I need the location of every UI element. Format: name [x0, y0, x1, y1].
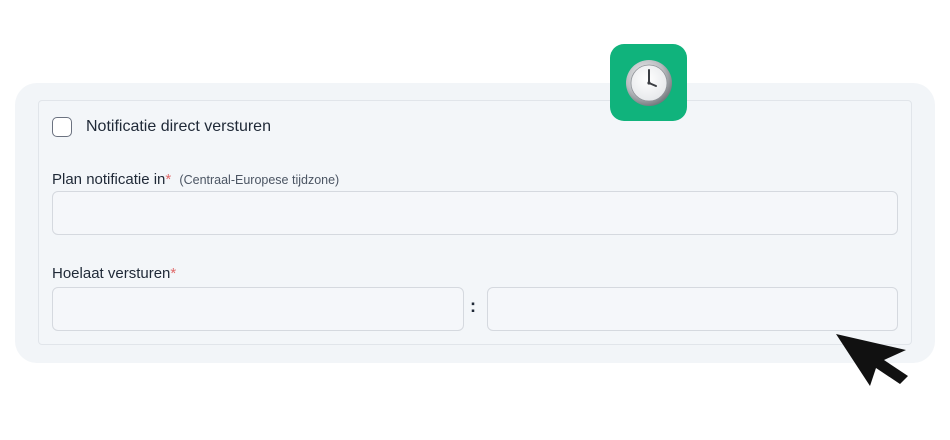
time-required-mark: * — [170, 265, 177, 282]
schedule-date-input[interactable] — [52, 191, 898, 235]
schedule-label: Plan notificatie in — [52, 171, 166, 188]
clock-icon — [625, 59, 672, 106]
schedule-required-mark: * — [165, 171, 172, 188]
clock-badge — [610, 44, 687, 121]
hour-input[interactable] — [52, 287, 464, 331]
notification-form-screen: Notificatie direct versturen Plan notifi… — [0, 0, 950, 440]
time-label: Hoelaat versturen — [52, 265, 171, 282]
schedule-timezone-hint: (Centraal-Europese tijdzone) — [179, 173, 340, 187]
mouse-cursor-icon — [836, 334, 908, 386]
time-separator: : — [470, 296, 476, 316]
send-now-checkbox[interactable] — [52, 117, 72, 137]
send-now-row[interactable]: Notificatie direct versturen — [52, 116, 271, 138]
schedule-label-group: Plan notificatie in* (Centraal-Europese … — [52, 171, 339, 188]
time-label-group: Hoelaat versturen* — [52, 265, 176, 282]
send-now-label: Notificatie direct versturen — [86, 118, 271, 135]
minute-input[interactable] — [487, 287, 898, 331]
